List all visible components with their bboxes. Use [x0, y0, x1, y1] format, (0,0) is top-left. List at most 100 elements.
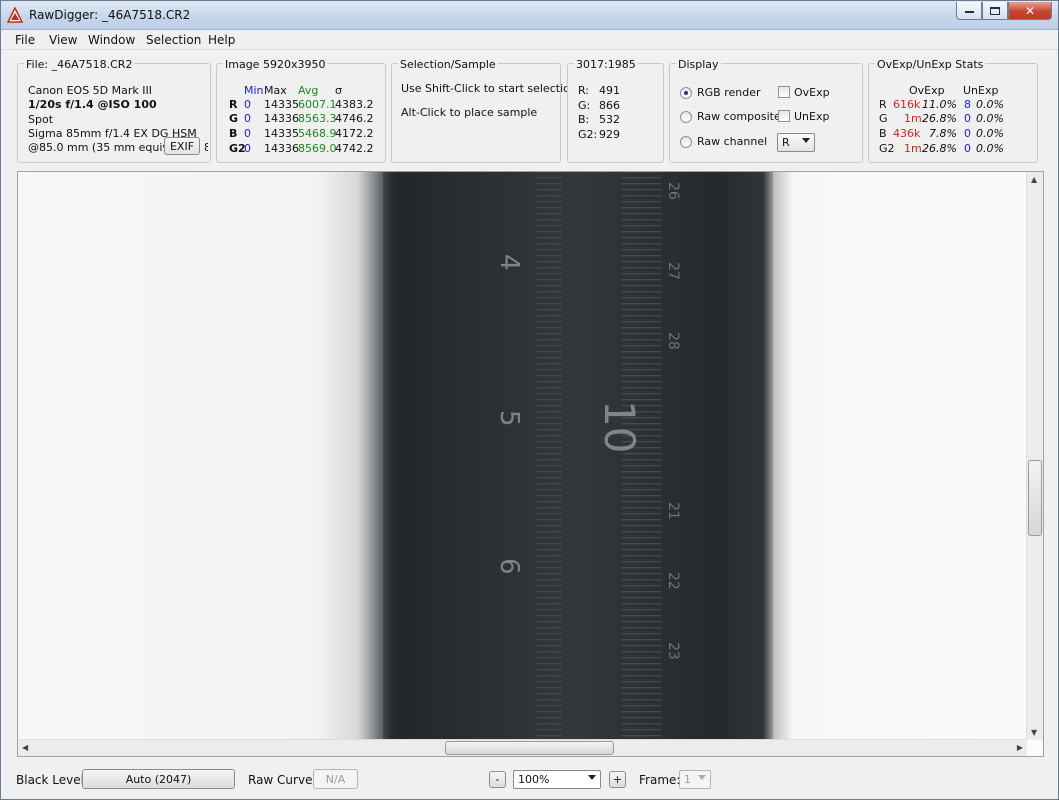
row-channel: R [229, 98, 238, 111]
horizontal-scroll-thumb[interactable] [445, 741, 614, 755]
row-sigma: 4383.2 [335, 98, 374, 111]
scroll-right-icon[interactable]: ▶ [1017, 743, 1023, 752]
row-sigma: 4172.2 [335, 127, 374, 140]
sample-value: 866 [599, 99, 620, 112]
ovexp-label[interactable]: OvExp [794, 86, 830, 99]
svg-text:22: 22 [665, 572, 681, 590]
menu-view[interactable]: View [49, 33, 77, 47]
sample-value: 532 [599, 113, 620, 126]
stats-channel: B [879, 127, 887, 140]
row-avg: 8563.3 [298, 112, 337, 125]
svg-text:23: 23 [665, 642, 681, 660]
zoom-select[interactable]: 100% [513, 770, 601, 789]
image-stats-panel: Image 5920x3950 Min Max Avg σ R 0 14335 … [216, 58, 386, 163]
unexp-percent: 0.0% [976, 127, 1004, 140]
sample-channel: B: [578, 113, 590, 126]
maximize-button[interactable] [982, 2, 1008, 20]
title-bar[interactable]: RawDigger: _46A7518.CR2 ✕ [1, 1, 1058, 30]
row-max: 14335 [264, 98, 299, 111]
ovexp-count: 1m [904, 112, 922, 125]
row-max: 14336 [264, 142, 299, 155]
unexp-count: 0 [964, 112, 971, 125]
scroll-up-icon[interactable]: ▲ [1031, 175, 1037, 184]
raw-composite-label[interactable]: Raw composite [697, 110, 781, 123]
image-viewport[interactable]: 4 5 6 10 26 27 28 21 22 23 ▲ ▼ ◀ ▶ [17, 171, 1044, 757]
raw-channel-label[interactable]: Raw channel [697, 135, 767, 148]
unexp-percent: 0.0% [976, 142, 1004, 155]
sample-channel: G2: [578, 128, 598, 141]
menu-help[interactable]: Help [208, 33, 235, 47]
ovexp-header: OvExp [909, 84, 945, 97]
raw-channel-radio[interactable] [680, 136, 692, 148]
frame-value: 1 [684, 773, 691, 786]
file-info-panel: File: _46A7518.CR2 Canon EOS 5D Mark III… [17, 58, 211, 163]
avg-header: Avg [298, 84, 319, 97]
selection-label: Selection/Sample [398, 58, 498, 71]
maximize-icon [990, 6, 1000, 15]
caption-buttons: ✕ [956, 2, 1052, 20]
row-sigma: 4742.2 [335, 142, 374, 155]
menu-window[interactable]: Window [88, 33, 135, 47]
ovexp-checkbox[interactable] [778, 86, 790, 98]
minimize-button[interactable] [956, 2, 982, 20]
rgb-render-label[interactable]: RGB render [697, 86, 761, 99]
stats-channel: G [879, 112, 888, 125]
frame-select[interactable]: 1 [679, 770, 711, 789]
ovexp-percent: 26.8% [922, 112, 957, 125]
unexp-checkbox[interactable] [778, 110, 790, 122]
row-channel: G [229, 112, 239, 125]
stats-channel: R [879, 98, 887, 111]
ovexp-percent: 7.8% [929, 127, 957, 140]
row-min: 0 [244, 112, 251, 125]
zoom-out-button[interactable]: - [489, 771, 506, 788]
svg-text:28: 28 [665, 332, 681, 350]
display-panel: Display RGB render Raw composite Raw cha… [669, 58, 863, 163]
vertical-scrollbar[interactable]: ▲ ▼ [1026, 172, 1043, 740]
stats-label: OvExp/UnExp Stats [875, 58, 986, 71]
close-icon: ✕ [1024, 3, 1036, 18]
menu-selection[interactable]: Selection [146, 33, 201, 47]
unexp-label[interactable]: UnExp [794, 110, 829, 123]
raw-image-preview[interactable]: 4 5 6 10 26 27 28 21 22 23 [18, 172, 1027, 740]
menu-bar: File View Window Selection Help [1, 30, 1058, 50]
app-window: RawDigger: _46A7518.CR2 ✕ File View Wind… [0, 0, 1059, 800]
black-level-button[interactable]: Auto (2047) [82, 769, 235, 789]
svg-text:26: 26 [665, 182, 681, 200]
row-avg: 5468.9 [298, 127, 337, 140]
ovexp-percent: 11.0% [922, 98, 957, 111]
row-sigma: 4746.2 [335, 112, 374, 125]
unexp-count: 0 [964, 142, 971, 155]
sample-coords: 3017:1985 [574, 58, 638, 71]
close-button[interactable]: ✕ [1008, 2, 1052, 20]
row-max: 14336 [264, 112, 299, 125]
svg-text:4: 4 [494, 254, 524, 271]
raw-curve-button[interactable]: N/A [313, 769, 358, 789]
ovexp-count: 1m [904, 142, 922, 155]
svg-text:10: 10 [595, 400, 644, 453]
rawdigger-app-icon [7, 7, 23, 23]
unexp-percent: 0.0% [976, 98, 1004, 111]
selection-sample-panel: Selection/Sample Use Shift-Click to star… [391, 58, 577, 163]
scroll-down-icon[interactable]: ▼ [1031, 728, 1037, 737]
channel-select[interactable]: R [777, 133, 815, 152]
display-label: Display [676, 58, 721, 71]
chevron-down-icon [588, 775, 596, 780]
max-header: Max [264, 84, 287, 97]
frame-label: Frame: [639, 773, 681, 787]
ovexp-percent: 26.8% [922, 142, 957, 155]
rgb-render-radio[interactable] [680, 87, 692, 99]
ovexp-count: 616k [893, 98, 921, 111]
minimize-icon [964, 10, 974, 13]
row-channel: B [229, 127, 238, 140]
menu-file[interactable]: File [15, 33, 35, 47]
scroll-left-icon[interactable]: ◀ [22, 743, 28, 752]
unexp-header: UnExp [963, 84, 999, 97]
horizontal-scrollbar[interactable]: ◀ ▶ [18, 739, 1027, 756]
unexp-count: 0 [964, 127, 971, 140]
zoom-in-button[interactable]: + [609, 771, 626, 788]
row-max: 14335 [264, 127, 299, 140]
raw-composite-radio[interactable] [680, 111, 692, 123]
metering-mode: Spot [28, 113, 54, 126]
exif-button[interactable]: EXIF [164, 137, 200, 155]
vertical-scroll-thumb[interactable] [1028, 460, 1042, 536]
